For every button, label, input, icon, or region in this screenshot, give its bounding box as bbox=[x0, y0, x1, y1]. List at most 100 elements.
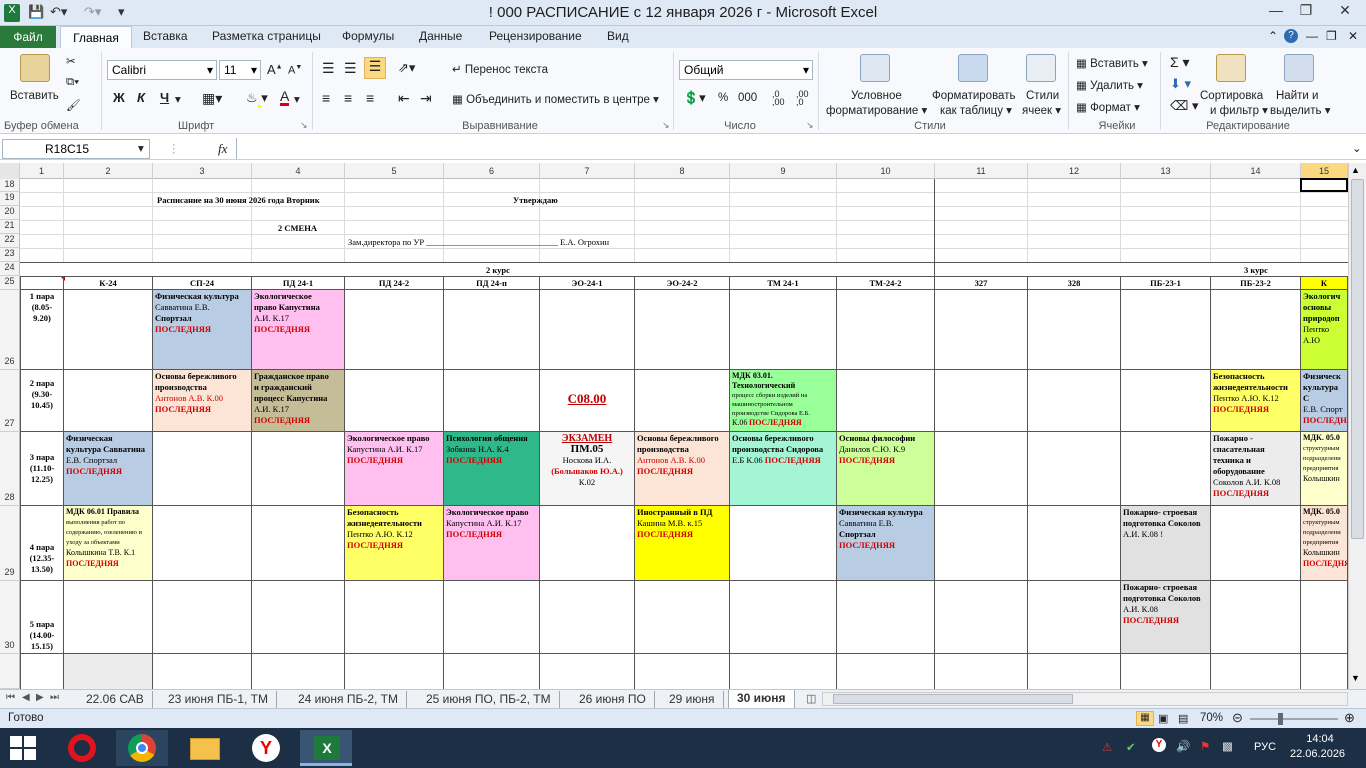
lesson-cell[interactable] bbox=[444, 654, 540, 689]
name-box-dropdown-icon[interactable]: ▾ bbox=[138, 141, 144, 155]
sheet-tab[interactable]: 29 июня bbox=[661, 691, 724, 708]
lesson-cell[interactable] bbox=[935, 432, 1028, 506]
page-break-view-icon[interactable]: ▤ bbox=[1178, 712, 1188, 725]
tray-flag-icon[interactable]: ⚑ bbox=[1200, 739, 1210, 753]
lesson-cell[interactable]: Психология общения Зобкина Н.А. К.4 ПОСЛЕД… bbox=[444, 432, 540, 506]
number-format-select[interactable]: Общий ▾ bbox=[679, 60, 813, 80]
borders-icon[interactable]: ▦▾ bbox=[202, 90, 222, 107]
column-header[interactable]: 2 bbox=[64, 163, 153, 179]
find-select-button-2[interactable]: выделить ▾ bbox=[1270, 103, 1330, 117]
cell-styles-button[interactable]: Стили bbox=[1026, 90, 1059, 102]
lesson-cell[interactable] bbox=[153, 506, 252, 581]
copy-icon[interactable]: ⧉▾ bbox=[66, 76, 79, 89]
lesson-cell[interactable]: Физическкультура СЕ.В. СпортПОСЛЕДНЯЯ bbox=[1301, 370, 1348, 432]
doc-close-icon[interactable]: ✕ bbox=[1348, 29, 1358, 43]
tray-yandex-icon[interactable]: Y bbox=[1152, 738, 1166, 752]
lesson-cell[interactable] bbox=[1028, 432, 1121, 506]
zoom-slider-thumb[interactable] bbox=[1278, 713, 1283, 725]
clear-icon[interactable]: ⌫ ▾ bbox=[1170, 98, 1199, 114]
font-color-icon[interactable]: A bbox=[280, 89, 290, 106]
wrap-text-button[interactable]: ↵ Перенос текста bbox=[452, 62, 548, 76]
zoom-in-icon[interactable]: ⊕ bbox=[1344, 710, 1355, 726]
lesson-cell[interactable] bbox=[252, 581, 345, 654]
column-header[interactable]: 1 bbox=[20, 163, 64, 179]
merge-center-button[interactable]: ▦ Объединить и поместить в центре ▾ bbox=[452, 92, 659, 106]
lesson-cell[interactable] bbox=[64, 290, 153, 370]
tab-review[interactable]: Рецензирование bbox=[489, 29, 582, 43]
lesson-cell[interactable] bbox=[444, 290, 540, 370]
lesson-cell[interactable]: Экологическое право Капустина А.И. К.17 ПО… bbox=[444, 506, 540, 581]
lesson-cell[interactable] bbox=[540, 581, 635, 654]
zoom-out-icon[interactable]: ⊝ bbox=[1232, 710, 1243, 726]
autosum-icon[interactable]: Σ ▾ bbox=[1170, 54, 1190, 71]
italic-button[interactable]: К bbox=[137, 90, 145, 105]
lesson-cell[interactable]: Основы бережливого производства Антонов А.… bbox=[635, 432, 730, 506]
row-header[interactable]: 18 bbox=[0, 179, 20, 192]
page-layout-view-icon[interactable]: ▣ bbox=[1158, 712, 1168, 725]
lesson-cell[interactable] bbox=[837, 370, 935, 432]
lesson-cell[interactable]: Основы бережливого производства Антонов А.… bbox=[153, 370, 252, 432]
column-header[interactable]: 11 bbox=[935, 163, 1028, 179]
font-name-select[interactable]: Calibri ▾ bbox=[107, 60, 217, 80]
scroll-down-icon[interactable]: ▼ bbox=[1351, 673, 1360, 683]
horizontal-scrollbar[interactable] bbox=[822, 692, 1348, 706]
lesson-cell[interactable] bbox=[444, 370, 540, 432]
conditional-formatting-button[interactable]: Условное bbox=[851, 90, 902, 102]
underline-dropdown-icon[interactable]: ▾ bbox=[175, 92, 181, 106]
tab-view[interactable]: Вид bbox=[607, 29, 629, 43]
column-header[interactable]: 3 bbox=[153, 163, 252, 179]
tray-time[interactable]: 14:04 bbox=[1300, 733, 1340, 745]
formula-bar-resize-icon[interactable]: ⋮ bbox=[168, 141, 180, 155]
bold-button[interactable]: Ж bbox=[113, 90, 125, 105]
insert-sheet-icon[interactable]: ◫ bbox=[806, 692, 816, 705]
paste-button[interactable]: Вставить bbox=[10, 90, 59, 102]
formula-input[interactable] bbox=[236, 138, 1348, 159]
lesson-cell[interactable] bbox=[935, 370, 1028, 432]
tray-volume-icon[interactable]: 🔊 bbox=[1176, 739, 1190, 753]
delete-cells-button[interactable]: ▦ Удалить ▾ bbox=[1076, 78, 1143, 92]
number-dialog-launcher-icon[interactable]: ↘ bbox=[806, 120, 814, 131]
vertical-scrollbar[interactable]: ▲ ▼ bbox=[1348, 163, 1366, 689]
tray-language[interactable]: РУС bbox=[1254, 741, 1276, 753]
lesson-cell[interactable] bbox=[540, 654, 635, 689]
row-header[interactable]: 30 bbox=[0, 581, 20, 654]
decrease-decimal-icon[interactable]: ,00,0 bbox=[796, 90, 809, 107]
minimize-button[interactable]: — bbox=[1262, 2, 1290, 22]
lesson-cell[interactable] bbox=[345, 654, 444, 689]
last-sheet-icon[interactable]: ⏭ bbox=[50, 692, 59, 703]
conditional-formatting-button-2[interactable]: форматирование ▾ bbox=[826, 103, 927, 117]
lesson-cell[interactable] bbox=[1028, 654, 1121, 689]
decrease-indent-icon[interactable]: ⇤ bbox=[398, 90, 410, 107]
first-sheet-icon[interactable]: ⏮ bbox=[6, 692, 15, 703]
column-header[interactable]: 14 bbox=[1211, 163, 1301, 179]
column-header[interactable]: 6 bbox=[444, 163, 540, 179]
font-size-select[interactable]: 11 ▾ bbox=[219, 60, 261, 80]
tab-file[interactable]: Файл bbox=[0, 26, 56, 48]
lesson-cell[interactable] bbox=[1121, 654, 1211, 689]
align-center-icon[interactable]: ≡ bbox=[344, 90, 352, 106]
sheet-tab-active[interactable]: 30 июня bbox=[728, 690, 795, 709]
lesson-cell[interactable]: МДК. 05.0 структурным подразделени предприя… bbox=[1301, 506, 1348, 581]
lesson-cell[interactable] bbox=[345, 290, 444, 370]
lesson-cell[interactable]: Пожарно- строевая подготовка Соколов А.И. … bbox=[1121, 506, 1211, 581]
column-header[interactable]: 5 bbox=[345, 163, 444, 179]
lesson-cell[interactable] bbox=[730, 654, 837, 689]
select-all-corner[interactable] bbox=[0, 163, 20, 179]
lesson-cell[interactable] bbox=[1121, 290, 1211, 370]
expand-formula-bar-icon[interactable]: ⌄ bbox=[1352, 141, 1362, 155]
sort-filter-button[interactable]: Сортировка bbox=[1200, 90, 1263, 102]
sheet-tab[interactable]: 22.06 САВ bbox=[78, 691, 153, 708]
column-header[interactable]: 13 bbox=[1121, 163, 1211, 179]
orientation-icon[interactable]: ⇗▾ bbox=[398, 60, 415, 76]
sheet-tab[interactable]: 26 июня ПО bbox=[571, 691, 655, 708]
lesson-cell[interactable] bbox=[635, 290, 730, 370]
paste-icon[interactable] bbox=[20, 54, 50, 82]
lesson-cell[interactable] bbox=[730, 290, 837, 370]
yandex-browser-icon[interactable]: Y bbox=[240, 730, 292, 766]
row-header[interactable]: 25 bbox=[0, 276, 20, 290]
lesson-cell[interactable] bbox=[1211, 506, 1301, 581]
lesson-cell[interactable] bbox=[252, 654, 345, 689]
column-header[interactable]: 4 bbox=[252, 163, 345, 179]
lesson-cell[interactable]: Основы бережливого производства Сидорова Е… bbox=[730, 432, 837, 506]
tab-home[interactable]: Главная bbox=[60, 26, 132, 49]
